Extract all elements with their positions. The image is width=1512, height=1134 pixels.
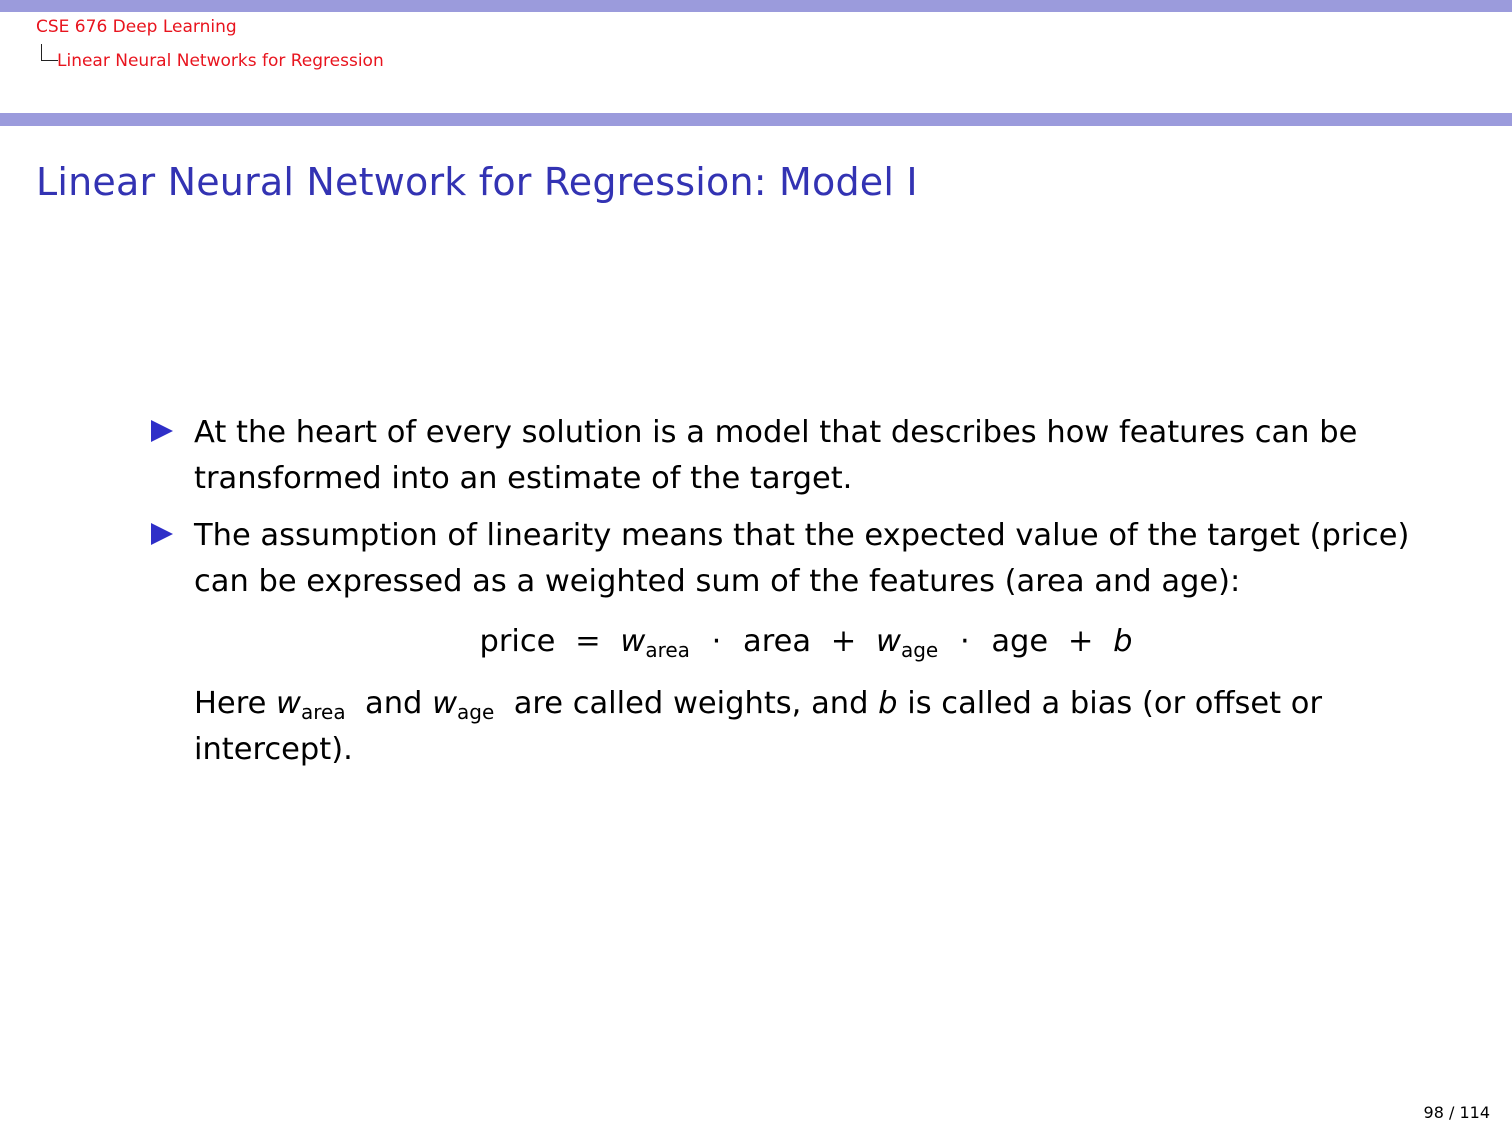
triangle-right-icon — [151, 420, 173, 442]
course-title[interactable]: CSE 676 Deep Learning — [36, 17, 237, 37]
weight-symbol: w — [276, 686, 301, 721]
slide-body: At the heart of every solution is a mode… — [148, 410, 1418, 773]
section-title[interactable]: Linear Neural Networks for Regression — [57, 51, 384, 71]
dot-operator: · — [959, 624, 970, 659]
equation-term-area: area — [743, 624, 812, 659]
bullet-item: At the heart of every solution is a mode… — [148, 410, 1418, 502]
bias-symbol: b — [1113, 624, 1133, 659]
weight-symbol: w — [432, 686, 458, 721]
frame-title: Linear Neural Network for Regression: Mo… — [36, 160, 918, 204]
bias-symbol: b — [878, 686, 898, 721]
followup-middle: are called weights, and — [513, 686, 869, 721]
followup-and: and — [365, 686, 423, 721]
equation-term-age: age — [991, 624, 1049, 659]
followup-here: Here — [194, 686, 267, 721]
triangle-right-icon — [151, 523, 173, 545]
equation-lhs: price — [479, 624, 556, 659]
weight-subscript-area: area — [645, 638, 690, 662]
followup-paragraph: Here warea and wage are called weights, … — [148, 681, 1418, 773]
plus-sign: + — [830, 624, 857, 659]
header-bar-top — [0, 0, 1512, 12]
weight-symbol: w — [876, 624, 901, 659]
equals-sign: = — [575, 624, 601, 659]
plus-sign: + — [1067, 624, 1094, 659]
bullet-text: The assumption of linearity means that t… — [194, 518, 1410, 599]
linear-model-equation: price = warea · area + wage · age + b — [194, 619, 1418, 665]
header-bar-bottom — [0, 113, 1512, 126]
weight-subscript-age: age — [900, 638, 939, 662]
weight-symbol: w — [620, 624, 646, 659]
weight-subscript-area: area — [301, 700, 346, 724]
bullet-item: The assumption of linearity means that t… — [148, 513, 1418, 605]
dot-operator: · — [711, 624, 722, 659]
page-number: 98 / 114 — [1423, 1103, 1490, 1122]
weight-subscript-age: age — [457, 700, 495, 724]
tree-connector-icon — [41, 44, 58, 61]
bullet-text: At the heart of every solution is a mode… — [194, 415, 1358, 496]
